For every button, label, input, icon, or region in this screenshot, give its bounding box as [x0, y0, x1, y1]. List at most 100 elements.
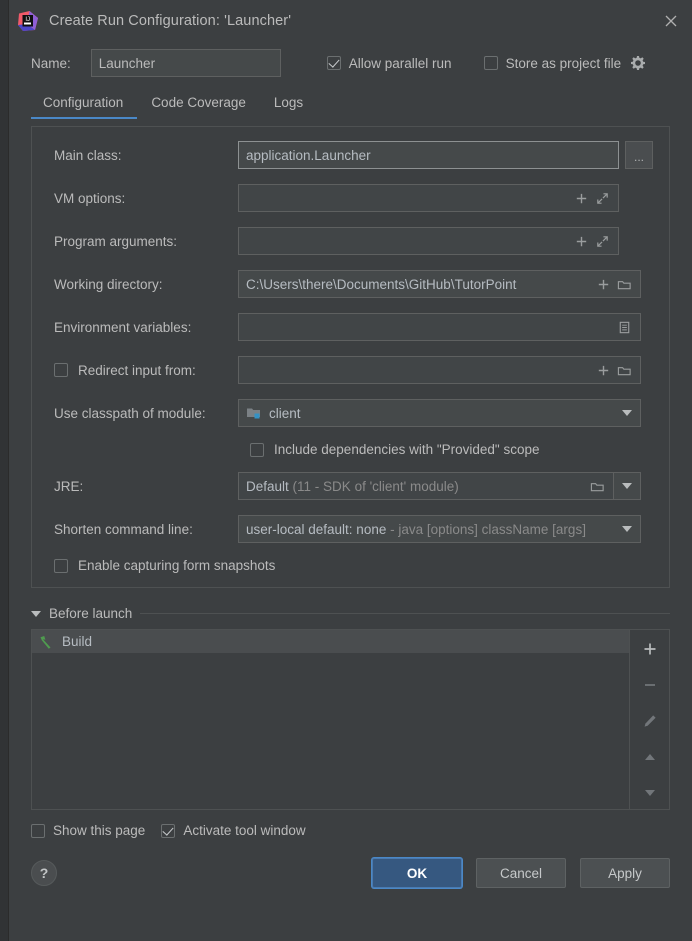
ellipsis-browse-icon: ...: [633, 150, 644, 164]
help-icon: ?: [39, 865, 49, 881]
plus-icon[interactable]: [596, 363, 611, 378]
add-button[interactable]: [637, 636, 663, 662]
triangle-down-icon: [644, 790, 655, 796]
before-launch-divider: [140, 613, 670, 614]
working-directory-input[interactable]: C:\Users\there\Documents\GitHub\TutorPoi…: [238, 270, 641, 298]
working-directory-row: Working directory: C:\Users\there\Docume…: [42, 270, 653, 298]
hammer-icon: [38, 634, 54, 650]
expand-icon[interactable]: [595, 191, 610, 206]
dialog-title: Create Run Configuration: 'Launcher': [49, 12, 292, 29]
redirect-input-field[interactable]: [238, 356, 641, 384]
use-classpath-of-module-dropdown[interactable]: client: [238, 399, 641, 427]
shorten-command-line-label: Shorten command line:: [54, 521, 193, 537]
list-editor-icon[interactable]: [617, 320, 632, 335]
program-arguments-input[interactable]: [238, 227, 619, 255]
enable-form-snapshots-checkbox[interactable]: Enable capturing form snapshots: [42, 558, 653, 573]
redirect-input-checkbox[interactable]: Redirect input from:: [42, 363, 238, 378]
folder-icon[interactable]: [590, 479, 605, 494]
program-arguments-row: Program arguments:: [42, 227, 653, 255]
jre-label: JRE:: [54, 478, 84, 494]
module-folder-icon: [246, 406, 262, 420]
include-provided-scope-checkbox[interactable]: Include dependencies with "Provided" sco…: [42, 442, 653, 457]
chevron-down-icon-glyph: [622, 526, 632, 532]
before-launch-header[interactable]: Before launch: [31, 606, 670, 621]
tab-bar: Configuration Code Coverage Logs: [9, 85, 692, 119]
activate-tool-window-label: Activate tool window: [183, 823, 306, 838]
allow-parallel-run-checkbox[interactable]: Allow parallel run: [326, 55, 452, 71]
jre-value-group: Default (11 - SDK of 'client' module): [246, 479, 586, 494]
show-this-page-checkbox[interactable]: Show this page: [31, 823, 145, 838]
intellij-idea-logo-icon: IJ: [17, 10, 39, 32]
jre-dropdown-button[interactable]: [613, 472, 641, 500]
plus-icon: [644, 643, 655, 655]
working-directory-value: C:\Users\there\Documents\GitHub\TutorPoi…: [246, 276, 517, 292]
use-classpath-of-module-label: Use classpath of module:: [54, 405, 206, 421]
triangle-down-icon[interactable]: [31, 610, 41, 617]
apply-button[interactable]: Apply: [580, 858, 670, 888]
move-down-button[interactable]: [637, 780, 663, 806]
ok-button[interactable]: OK: [372, 858, 462, 888]
plus-icon[interactable]: [596, 277, 611, 292]
plus-icon[interactable]: [574, 234, 589, 249]
shorten-command-line-value: user-local default: none: [246, 521, 387, 537]
chevron-down-icon[interactable]: [614, 516, 640, 542]
allow-parallel-run-checkbox-box: [326, 56, 341, 70]
vm-options-label: VM options:: [54, 190, 126, 206]
enable-form-snapshots-label: Enable capturing form snapshots: [78, 558, 276, 573]
run-configuration-dialog: IJ Create Run Configuration: 'Launcher' …: [8, 0, 692, 941]
main-class-browse-button[interactable]: ...: [625, 141, 653, 169]
jre-input[interactable]: Default (11 - SDK of 'client' module): [238, 472, 614, 500]
shorten-command-line-dropdown[interactable]: user-local default: none - java [options…: [238, 515, 641, 543]
gear-icon[interactable]: [630, 55, 646, 71]
activate-tool-window-checkbox[interactable]: Activate tool window: [161, 823, 306, 838]
shorten-command-line-value-group: user-local default: none - java [options…: [246, 522, 614, 537]
folder-icon[interactable]: [617, 363, 632, 378]
edit-button[interactable]: [637, 708, 663, 734]
main-class-input[interactable]: application.Launcher: [238, 141, 619, 169]
help-button[interactable]: ?: [31, 860, 57, 886]
ok-button-label: OK: [406, 865, 428, 881]
program-arguments-label: Program arguments:: [54, 233, 178, 249]
tab-configuration[interactable]: Configuration: [31, 95, 138, 119]
minus-icon: [644, 684, 655, 686]
plus-icon[interactable]: [574, 191, 589, 206]
list-item[interactable]: Build: [32, 630, 629, 653]
show-this-page-label: Show this page: [53, 823, 146, 838]
tab-logs[interactable]: Logs: [260, 95, 317, 119]
redirect-input-row: Redirect input from:: [42, 356, 653, 384]
environment-variables-label: Environment variables:: [54, 319, 192, 335]
activate-tool-window-checkbox-box: [161, 823, 176, 838]
before-launch-list[interactable]: Build: [32, 630, 629, 809]
shorten-command-line-value-detail: - java [options] className [args]: [390, 521, 586, 537]
remove-button[interactable]: [637, 672, 663, 698]
close-icon[interactable]: [656, 6, 686, 36]
jre-row: JRE: Default (11 - SDK of 'client' modul…: [42, 472, 653, 500]
store-as-project-file-checkbox[interactable]: Store as project file: [483, 55, 622, 71]
shorten-command-line-row: Shorten command line: user-local default…: [42, 515, 653, 543]
main-class-label: Main class:: [54, 147, 122, 163]
before-launch-title: Before launch: [49, 606, 133, 621]
move-up-button[interactable]: [637, 744, 663, 770]
cancel-button[interactable]: Cancel: [476, 858, 566, 888]
environment-variables-input[interactable]: [238, 313, 641, 341]
jre-value: Default: [246, 478, 289, 494]
expand-icon[interactable]: [595, 234, 610, 249]
name-input[interactable]: [90, 49, 281, 77]
before-launch-panel: Build: [31, 629, 670, 810]
allow-parallel-run-label: Allow parallel run: [348, 55, 452, 71]
use-classpath-of-module-value: client: [269, 405, 301, 421]
jre-value-detail: (11 - SDK of 'client' module): [292, 478, 459, 494]
svg-text:IJ: IJ: [25, 17, 30, 23]
tab-code-coverage-label: Code Coverage: [151, 95, 246, 110]
store-as-project-file-label: Store as project file: [505, 55, 622, 71]
vm-options-input[interactable]: [238, 184, 619, 212]
tab-code-coverage[interactable]: Code Coverage: [137, 95, 260, 119]
close-icon-glyph: [665, 15, 677, 26]
chevron-down-icon[interactable]: [614, 400, 640, 426]
dialog-titlebar: IJ Create Run Configuration: 'Launcher': [9, 0, 692, 41]
gear-icon-glyph: [631, 56, 646, 70]
chevron-down-icon-glyph: [622, 410, 632, 416]
main-class-value: application.Launcher: [246, 147, 371, 163]
redirect-input-label: Redirect input from:: [78, 362, 196, 378]
folder-icon[interactable]: [617, 277, 632, 292]
